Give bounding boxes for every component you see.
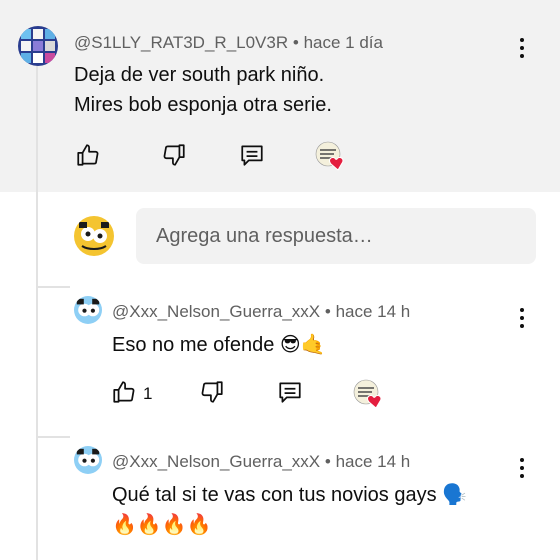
comment-meta: @S1LLY_RAT3D_R_L0V3R • hace 1 día [74,33,383,53]
reply-button[interactable] [234,137,270,173]
comment-text-line: Eso no me ofende 😎🤙 [112,334,326,356]
meta-separator: • [292,33,299,52]
thread-branch-1 [36,286,70,288]
comment-time[interactable]: hace 14 h [336,302,411,321]
thread-line [36,64,38,560]
thread-branch-2 [36,436,70,438]
like-count: 1 [143,384,153,403]
thumbs-up-icon [77,144,99,166]
author-name[interactable]: @Xxx_Nelson_Guerra_xxX [112,452,320,471]
meta-separator: • [324,452,331,471]
comment-text-line: 🔥🔥🔥🔥 [112,514,212,536]
avatar[interactable] [74,296,102,324]
comment-text-line: Mires bob esponja otra serie. [74,94,332,116]
comment-reply-icon [241,145,263,166]
meta-separator: • [324,302,331,321]
avatar[interactable] [18,26,58,66]
more-vertical-icon[interactable] [510,453,534,483]
author-name[interactable]: @Xxx_Nelson_Guerra_xxX [112,302,320,321]
comment-meta: @Xxx_Nelson_Guerra_xxX • hace 14 h [112,452,410,472]
dislike-button[interactable] [156,137,192,173]
reply-button[interactable] [272,374,308,410]
comment-time[interactable]: hace 1 día [304,33,383,52]
thumbs-down-icon [201,381,223,403]
avatar[interactable] [74,446,102,474]
more-vertical-icon[interactable] [510,303,534,333]
comment-text-line: Deja de ver south park niño. [74,64,325,86]
creator-heart-icon [314,140,348,172]
more-vertical-icon[interactable] [510,33,534,63]
comment-meta: @Xxx_Nelson_Guerra_xxX • hace 14 h [112,302,410,322]
comment-text-line: Qué tal si te vas con tus novios gays 🗣️ [112,484,468,506]
like-button[interactable] [70,137,106,173]
thumbs-down-icon [163,144,185,166]
comment-time[interactable]: hace 14 h [336,452,411,471]
reply-input[interactable] [136,208,536,264]
author-name[interactable]: @S1LLY_RAT3D_R_L0V3R [74,33,288,52]
dislike-button[interactable] [194,374,230,410]
thumbs-up-icon [113,381,135,403]
comment-reply-icon [279,382,301,403]
reply-input-box[interactable] [136,208,536,264]
user-avatar [74,216,114,256]
like-button[interactable] [106,374,142,410]
creator-heart-icon [352,378,386,410]
